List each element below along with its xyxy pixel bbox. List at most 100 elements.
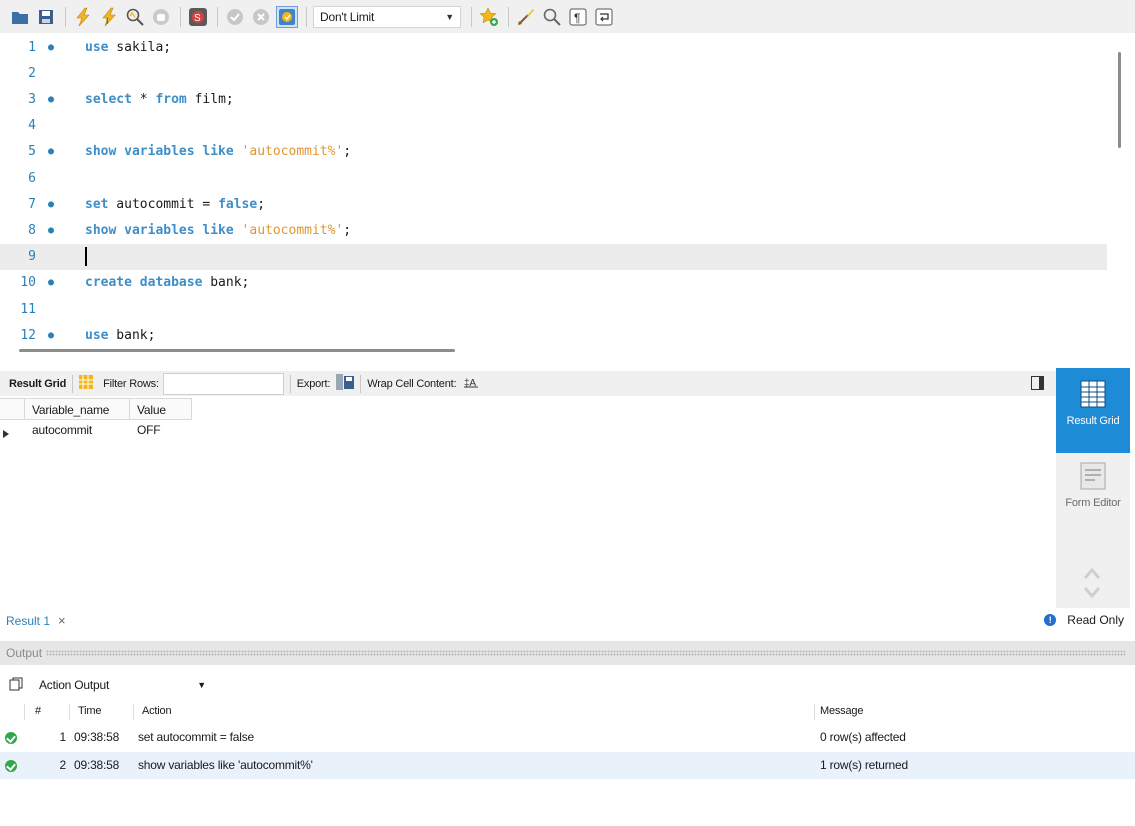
editor-line[interactable]: 2	[0, 60, 1107, 86]
result-grid-label: Result Grid	[9, 377, 67, 390]
toggle-error-icon[interactable]: S	[187, 6, 209, 28]
editor-vertical-scrollbar[interactable]	[1118, 52, 1121, 148]
statement-marker-icon: ●	[47, 224, 55, 236]
save-icon[interactable]	[35, 6, 57, 28]
code-text[interactable]	[64, 247, 87, 267]
line-number: 3	[28, 91, 36, 107]
output-row[interactable]: 2 09:38:58 show variables like 'autocommit…	[0, 752, 1135, 779]
code-token: false	[218, 196, 258, 212]
toolbar-separator	[306, 6, 307, 27]
editor-line[interactable]: 1 ● use sakila;	[0, 34, 1107, 60]
code-text[interactable]: show variables like 'autocommit%';	[64, 144, 351, 159]
stop-icon[interactable]	[150, 6, 172, 28]
scroll-chevrons-icon[interactable]	[1082, 564, 1102, 603]
open-folder-icon[interactable]	[9, 6, 31, 28]
add-snippet-star-icon[interactable]	[478, 6, 500, 28]
output-row[interactable]: 1 09:38:58 set autocommit = false 0 row(s) …	[0, 724, 1135, 751]
output-title: Output	[6, 646, 43, 660]
toggle-side-panel-icon[interactable]	[1031, 376, 1044, 390]
execute-icon[interactable]	[72, 6, 94, 28]
form-editor-side-button[interactable]: Form Editor	[1056, 462, 1130, 542]
copy-icon[interactable]	[9, 677, 23, 694]
time-cell: 09:38:58	[74, 758, 120, 772]
toolbar-separator	[72, 374, 74, 393]
code-text[interactable]: create database bank;	[64, 275, 249, 290]
editor-line[interactable]: 3 ● select * from film;	[0, 86, 1107, 112]
statement-marker-icon: ●	[47, 93, 55, 105]
editor-line[interactable]: 8 ● show variables like 'autocommit%';	[0, 217, 1107, 243]
column-header[interactable]: Value	[130, 398, 192, 420]
line-number: 12	[20, 327, 36, 342]
invisible-chars-icon[interactable]: ¶	[567, 6, 589, 28]
wrap-cell-icon[interactable]: ‡A	[464, 376, 479, 391]
column-divider	[814, 704, 815, 720]
statement-marker-icon: ●	[47, 329, 55, 341]
time-cell: 09:38:58	[74, 730, 120, 744]
code-token: show variables like	[85, 222, 234, 238]
editor-line[interactable]: 6	[0, 165, 1107, 191]
statement-marker-icon: ●	[47, 41, 55, 53]
output-toolbar: Action Output ▼	[0, 672, 1135, 698]
wrap-cell-content-label: Wrap Cell Content:	[367, 377, 457, 390]
editor-line[interactable]: 10 ● create database bank;	[0, 270, 1107, 296]
editor-line[interactable]: 9	[0, 243, 1107, 270]
line-number: 1	[28, 39, 36, 55]
export-icon[interactable]	[336, 374, 355, 393]
code-text[interactable]: use bank;	[64, 328, 155, 342]
execute-current-icon[interactable]: I	[98, 6, 120, 28]
output-type-select[interactable]: Action Output ▼	[23, 674, 212, 696]
editor-horizontal-scrollbar[interactable]	[19, 349, 455, 352]
statement-marker-icon: ●	[47, 198, 55, 210]
close-icon[interactable]: ×	[58, 613, 66, 628]
tab-result-1[interactable]: Result 1 ×	[0, 613, 66, 628]
code-text[interactable]: select * from film;	[64, 92, 234, 107]
code-token: 'autocommit%'	[241, 222, 344, 238]
grid-cell[interactable]: autocommit	[25, 423, 130, 437]
find-icon[interactable]	[541, 6, 563, 28]
sql-editor[interactable]: 1 ● use sakila; 2 3 ● select * from film; 4 5 ● sh…	[0, 33, 1120, 342]
code-text[interactable]: show variables like 'autocommit%';	[64, 223, 351, 238]
filter-rows-input[interactable]	[162, 372, 284, 395]
action-cell: show variables like 'autocommit%'	[138, 758, 313, 772]
message-cell: 0 row(s) affected	[820, 730, 906, 744]
chevron-down-icon: ▼	[445, 11, 454, 22]
read-only-label: Read Only	[1067, 613, 1124, 627]
sql-editor-toolbar: I S Don't Limit ▼ ¶	[0, 0, 1135, 33]
grid-toggle-icon[interactable]	[79, 375, 94, 392]
editor-line[interactable]: 4	[0, 113, 1107, 139]
form-editor-side-label: Form Editor	[1065, 497, 1121, 509]
limit-rows-select[interactable]: Don't Limit ▼	[313, 5, 461, 28]
toolbar-separator	[471, 6, 472, 27]
column-divider	[24, 704, 25, 720]
code-token: create database	[85, 275, 203, 291]
column-header[interactable]: Variable_name	[25, 398, 130, 420]
editor-line[interactable]: 11	[0, 296, 1107, 322]
explain-icon[interactable]	[124, 6, 146, 28]
result-tab-bar: Result 1 × ! Read Only	[0, 608, 1135, 633]
code-token: set	[85, 196, 109, 212]
table-row[interactable]: autocommit OFF	[25, 423, 192, 437]
column-header: #	[35, 705, 41, 717]
toolbar-separator	[65, 6, 66, 27]
rollback-icon[interactable]	[250, 6, 272, 28]
editor-line[interactable]: 7 ● set autocommit = false;	[0, 191, 1107, 217]
line-number: 8	[28, 222, 36, 238]
code-text[interactable]: set autocommit = false;	[64, 197, 265, 212]
beautify-icon[interactable]	[515, 6, 537, 28]
editor-line[interactable]: 5 ● show variables like 'autocommit%';	[0, 139, 1107, 165]
autocommit-icon[interactable]	[276, 5, 298, 28]
code-token: bank;	[108, 327, 156, 342]
editor-line[interactable]: 12 ● use bank;	[0, 322, 1107, 342]
message-cell: 1 row(s) returned	[820, 758, 908, 772]
filter-rows-label: Filter Rows:	[103, 377, 159, 390]
panel-drag-handle[interactable]	[46, 650, 1125, 656]
grid-cell[interactable]: OFF	[130, 423, 192, 437]
result-grid-side-button[interactable]: Result Grid	[1056, 368, 1130, 453]
form-editor-icon	[1080, 462, 1106, 490]
commit-icon[interactable]	[224, 6, 246, 28]
line-number: 5	[28, 144, 36, 160]
wrap-icon[interactable]	[593, 6, 615, 28]
toolbar-separator	[508, 6, 509, 27]
code-text[interactable]: use sakila;	[64, 40, 171, 55]
